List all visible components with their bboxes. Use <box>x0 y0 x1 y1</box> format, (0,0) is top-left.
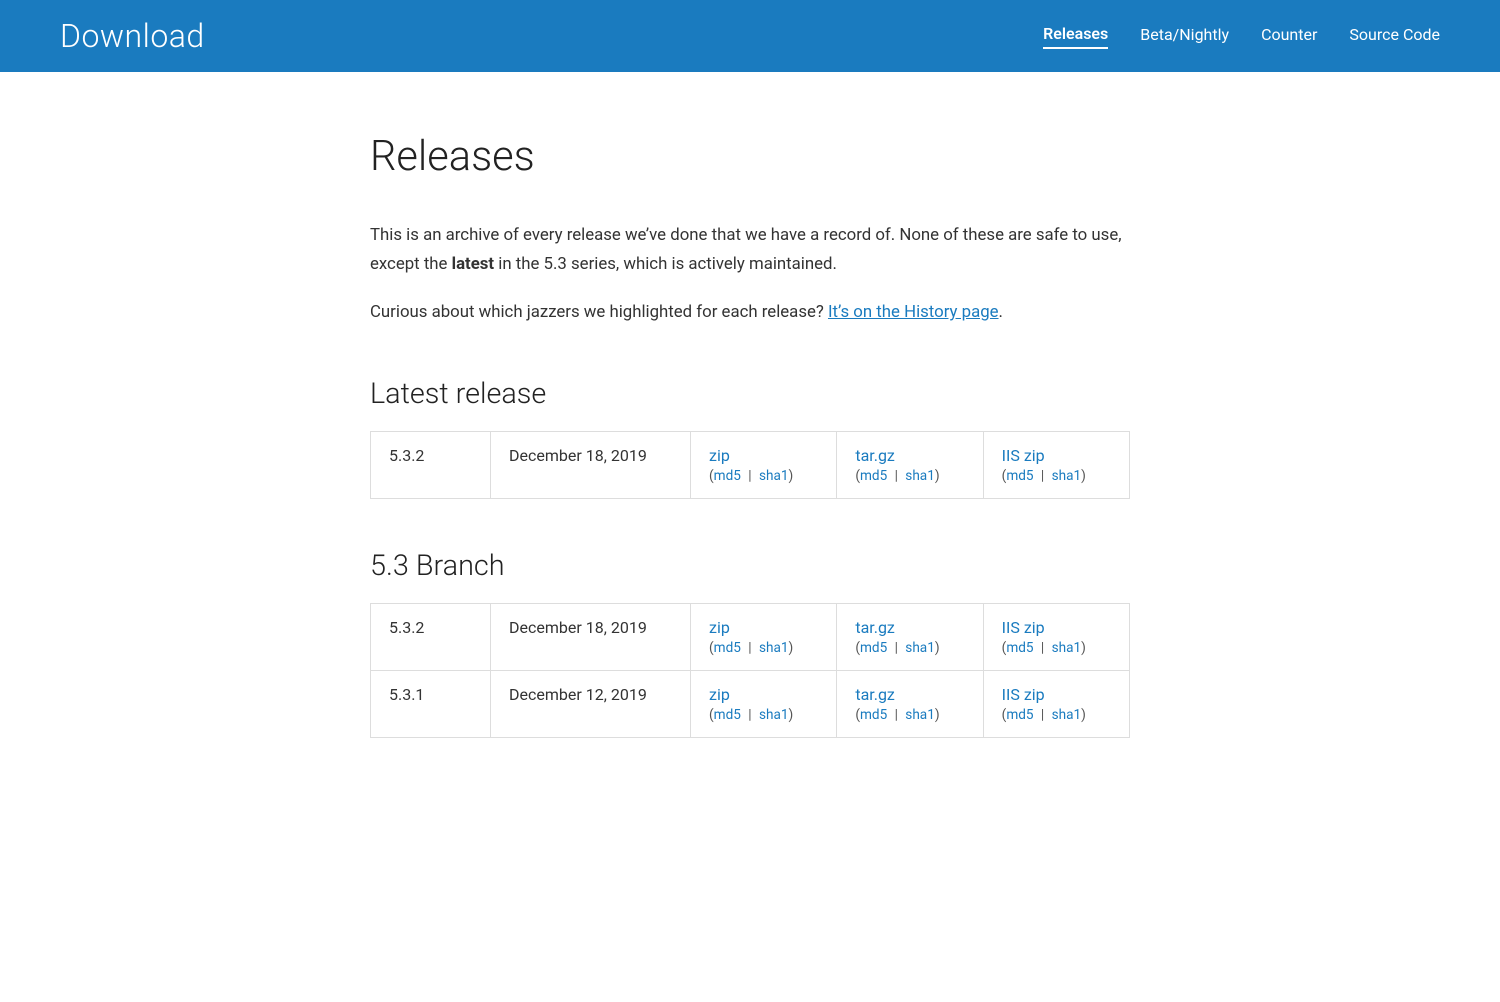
zip-cell: zip (md5 | sha1) <box>691 431 837 498</box>
date-cell: December 18, 2019 <box>491 603 691 670</box>
zip-md5-link[interactable]: md5 <box>714 468 741 484</box>
iiszip-hashes: (md5 | sha1) <box>1002 468 1086 484</box>
intro-text-suffix: in the 5.3 series, which is actively mai… <box>494 254 837 274</box>
branch-53-heading: 5.3 Branch <box>370 549 1130 583</box>
history-link[interactable]: It’s on the History page <box>828 302 999 322</box>
intro-bold: latest <box>452 254 494 274</box>
iiszip-cell: IIS zip (md5 | sha1) <box>983 603 1129 670</box>
hash-sep: | <box>1038 707 1048 723</box>
nav-source-code[interactable]: Source Code <box>1349 25 1440 48</box>
nav-counter[interactable]: Counter <box>1261 25 1317 48</box>
branch-53-table: 5.3.2 December 18, 2019 zip (md5 | sha1)… <box>370 603 1130 738</box>
iiszip-sha1-link[interactable]: sha1 <box>1052 707 1082 723</box>
table-row: 5.3.2 December 18, 2019 zip (md5 | sha1)… <box>371 603 1130 670</box>
iiszip-link[interactable]: IIS zip <box>1002 618 1111 637</box>
hash-sep: | <box>891 468 901 484</box>
zip-cell: zip (md5 | sha1) <box>691 670 837 737</box>
iiszip-sha1-link[interactable]: sha1 <box>1052 640 1082 656</box>
version-cell: 5.3.2 <box>371 431 491 498</box>
hash-sep: | <box>891 707 901 723</box>
targz-link[interactable]: tar.gz <box>855 685 964 704</box>
version-label: 5.3.2 <box>389 618 424 637</box>
targz-md5-link[interactable]: md5 <box>860 468 887 484</box>
zip-md5-link[interactable]: md5 <box>714 707 741 723</box>
intro-paragraph: This is an archive of every release we’v… <box>370 221 1130 278</box>
zip-link[interactable]: zip <box>709 618 818 637</box>
iiszip-hashes: (md5 | sha1) <box>1002 707 1086 723</box>
version-label: 5.3.1 <box>389 685 424 704</box>
zip-sha1-link[interactable]: sha1 <box>759 707 789 723</box>
main-content: Releases This is an archive of every rel… <box>350 72 1150 848</box>
version-cell: 5.3.1 <box>371 670 491 737</box>
iiszip-sha1-link[interactable]: sha1 <box>1052 468 1082 484</box>
targz-md5-link[interactable]: md5 <box>860 640 887 656</box>
date-cell: December 18, 2019 <box>491 431 691 498</box>
history-text-suffix: . <box>999 302 1003 322</box>
zip-link[interactable]: zip <box>709 685 818 704</box>
targz-cell: tar.gz (md5 | sha1) <box>837 670 983 737</box>
hash-sep: | <box>745 707 755 723</box>
history-paragraph: Curious about which jazzers we highlight… <box>370 298 1130 327</box>
targz-cell: tar.gz (md5 | sha1) <box>837 603 983 670</box>
date-label: December 18, 2019 <box>509 446 647 465</box>
targz-sha1-link[interactable]: sha1 <box>905 640 935 656</box>
iiszip-md5-link[interactable]: md5 <box>1006 468 1033 484</box>
targz-link[interactable]: tar.gz <box>855 446 964 465</box>
iiszip-cell: IIS zip (md5 | sha1) <box>983 670 1129 737</box>
version-label: 5.3.2 <box>389 446 424 465</box>
header: Download Releases Beta/Nightly Counter S… <box>0 0 1500 72</box>
iiszip-link[interactable]: IIS zip <box>1002 446 1111 465</box>
hash-sep: | <box>891 640 901 656</box>
zip-link[interactable]: zip <box>709 446 818 465</box>
iiszip-md5-link[interactable]: md5 <box>1006 707 1033 723</box>
targz-sha1-link[interactable]: sha1 <box>905 707 935 723</box>
main-nav: Releases Beta/Nightly Counter Source Cod… <box>1043 24 1440 49</box>
zip-hashes: (md5 | sha1) <box>709 468 793 484</box>
iiszip-link[interactable]: IIS zip <box>1002 685 1111 704</box>
targz-link[interactable]: tar.gz <box>855 618 964 637</box>
latest-release-heading: Latest release <box>370 377 1130 411</box>
table-row: 5.3.1 December 12, 2019 zip (md5 | sha1)… <box>371 670 1130 737</box>
iiszip-cell: IIS zip (md5 | sha1) <box>983 431 1129 498</box>
nav-releases[interactable]: Releases <box>1043 24 1108 49</box>
targz-cell: tar.gz (md5 | sha1) <box>837 431 983 498</box>
hash-sep: | <box>745 640 755 656</box>
targz-hashes: (md5 | sha1) <box>855 707 939 723</box>
history-text-prefix: Curious about which jazzers we highlight… <box>370 302 828 322</box>
zip-cell: zip (md5 | sha1) <box>691 603 837 670</box>
site-title: Download <box>60 17 205 55</box>
targz-hashes: (md5 | sha1) <box>855 468 939 484</box>
zip-sha1-link[interactable]: sha1 <box>759 468 789 484</box>
version-cell: 5.3.2 <box>371 603 491 670</box>
date-cell: December 12, 2019 <box>491 670 691 737</box>
page-title: Releases <box>370 132 1130 181</box>
date-label: December 12, 2019 <box>509 685 647 704</box>
targz-sha1-link[interactable]: sha1 <box>905 468 935 484</box>
hash-sep: | <box>745 468 755 484</box>
targz-md5-link[interactable]: md5 <box>860 707 887 723</box>
hash-sep: | <box>1038 640 1048 656</box>
zip-hashes: (md5 | sha1) <box>709 707 793 723</box>
nav-beta-nightly[interactable]: Beta/Nightly <box>1140 25 1229 48</box>
targz-hashes: (md5 | sha1) <box>855 640 939 656</box>
date-label: December 18, 2019 <box>509 618 647 637</box>
iiszip-md5-link[interactable]: md5 <box>1006 640 1033 656</box>
zip-md5-link[interactable]: md5 <box>714 640 741 656</box>
iiszip-hashes: (md5 | sha1) <box>1002 640 1086 656</box>
hash-sep: | <box>1038 468 1048 484</box>
table-row: 5.3.2 December 18, 2019 zip (md5 | sha1)… <box>371 431 1130 498</box>
zip-hashes: (md5 | sha1) <box>709 640 793 656</box>
latest-release-table: 5.3.2 December 18, 2019 zip (md5 | sha1)… <box>370 431 1130 499</box>
zip-sha1-link[interactable]: sha1 <box>759 640 789 656</box>
